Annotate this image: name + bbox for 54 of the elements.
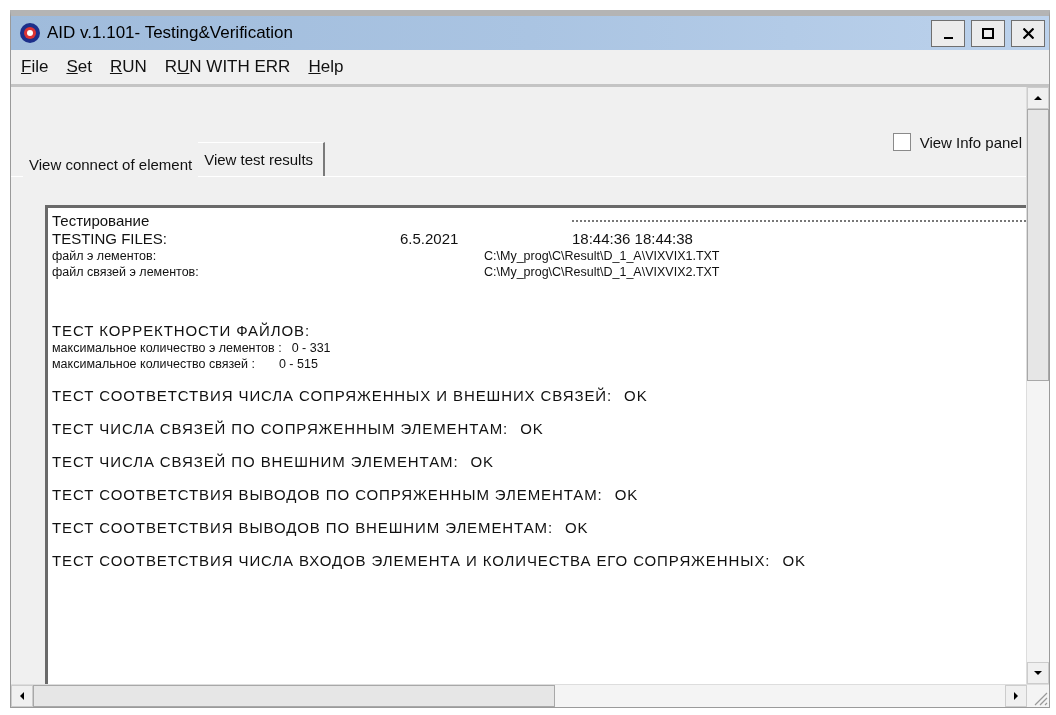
- time-text: 18:44:36 18:44:38: [572, 230, 693, 248]
- menu-item[interactable]: Help: [308, 57, 344, 77]
- log-text: ТЕСТ СООТВЕТСТВИЯ ВЫВОДОВ ПО СОПРЯЖЕННЫМ ЭЛЕМЕНТАМ:: [52, 486, 603, 504]
- scroll-right-button[interactable]: [1005, 685, 1027, 707]
- menu-item[interactable]: Set: [66, 57, 92, 77]
- close-icon: [1022, 27, 1034, 39]
- log-text: TESTING FILES:: [52, 230, 169, 248]
- log-text: файл связей э лементов:: [52, 264, 200, 280]
- checkbox[interactable]: [892, 133, 911, 151]
- right-arrow-icon: [1014, 692, 1018, 700]
- log-text: максимальное количество э лементов :: [52, 340, 282, 356]
- log-text: Тестирование: [52, 212, 151, 230]
- status-text: OK: [614, 486, 639, 504]
- scroll-down-button[interactable]: [1027, 662, 1049, 684]
- file-path: C:\My_prog\C\Result\D_1_A\VIXVIX2.TXT: [484, 264, 720, 280]
- vertical-scrollbar[interactable]: [1026, 87, 1049, 684]
- status-text: OK: [520, 420, 544, 438]
- date-text: 6.5.2021: [400, 230, 460, 248]
- log-text: ТЕСТ СООТВЕТСТВИЯ ЧИСЛА ВХОДОВ ЭЛЕМЕНТА И КОЛИЧЕСТВА ЕГО СОПРЯЖЕННЫХ:: [52, 552, 771, 570]
- minimize-icon: [943, 37, 953, 39]
- scroll-up-button[interactable]: [1027, 87, 1049, 109]
- down-arrow-icon: [1034, 671, 1042, 675]
- view-info-panel-checkbox[interactable]: View Info panel: [892, 133, 1022, 151]
- count-value: 0 - 331: [291, 340, 331, 356]
- up-arrow-icon: [1034, 96, 1042, 100]
- window-title: AID v.1.101- Testing&Verification: [47, 23, 294, 43]
- scroll-thumb[interactable]: [1027, 109, 1049, 381]
- file-path: C:\My_prog\C\Result\D_1_A\VIXVIX1.TXT: [484, 248, 720, 264]
- log-text: ТЕСТ СООТВЕТСТВИЯ ЧИСЛА СОПРЯЖЕННЫХ И ВНЕШНИХ СВЯЗЕЙ:: [52, 387, 613, 405]
- scroll-left-button[interactable]: [11, 685, 33, 707]
- log-text: ТЕСТ КОРРЕКТНОСТИ ФАЙЛОВ:: [52, 322, 310, 340]
- horizontal-scrollbar[interactable]: [11, 684, 1049, 707]
- left-arrow-icon: [20, 692, 24, 700]
- checkbox-label: View Info panel: [919, 133, 1022, 151]
- minimize-button[interactable]: [931, 19, 965, 47]
- scroll-thumb[interactable]: [33, 685, 555, 707]
- status-text: OK: [565, 519, 589, 537]
- app-logo-icon: [19, 22, 41, 44]
- status-text: OK: [624, 387, 648, 405]
- log-text: файл э лементов:: [52, 248, 158, 264]
- maximize-button[interactable]: [971, 19, 1005, 47]
- log-text: ТЕСТ ЧИСЛА СВЯЗЕЙ ПО СОПРЯЖЕННЫМ ЭЛЕМЕНТАМ:: [52, 420, 509, 438]
- status-text: OK: [782, 552, 806, 570]
- menu-item[interactable]: RUN WITH ERR: [164, 57, 291, 77]
- menu-item[interactable]: File: [21, 57, 49, 77]
- tab[interactable]: View test results: [198, 142, 326, 176]
- close-button[interactable]: [1011, 19, 1045, 47]
- log-text: ТЕСТ ЧИСЛА СВЯЗЕЙ ПО ВНЕШНИМ ЭЛЕМЕНТАМ:: [52, 453, 459, 471]
- log-text: ТЕСТ СООТВЕТСТВИЯ ВЫВОДОВ ПО ВНЕШНИМ ЭЛЕМЕНТАМ:: [52, 519, 553, 537]
- log-text: максимальное количество связей :: [52, 356, 255, 372]
- count-value: 0 - 515: [278, 356, 318, 372]
- status-text: OK: [470, 453, 494, 471]
- menu-item[interactable]: RUN: [109, 57, 147, 77]
- maximize-icon: [982, 27, 994, 39]
